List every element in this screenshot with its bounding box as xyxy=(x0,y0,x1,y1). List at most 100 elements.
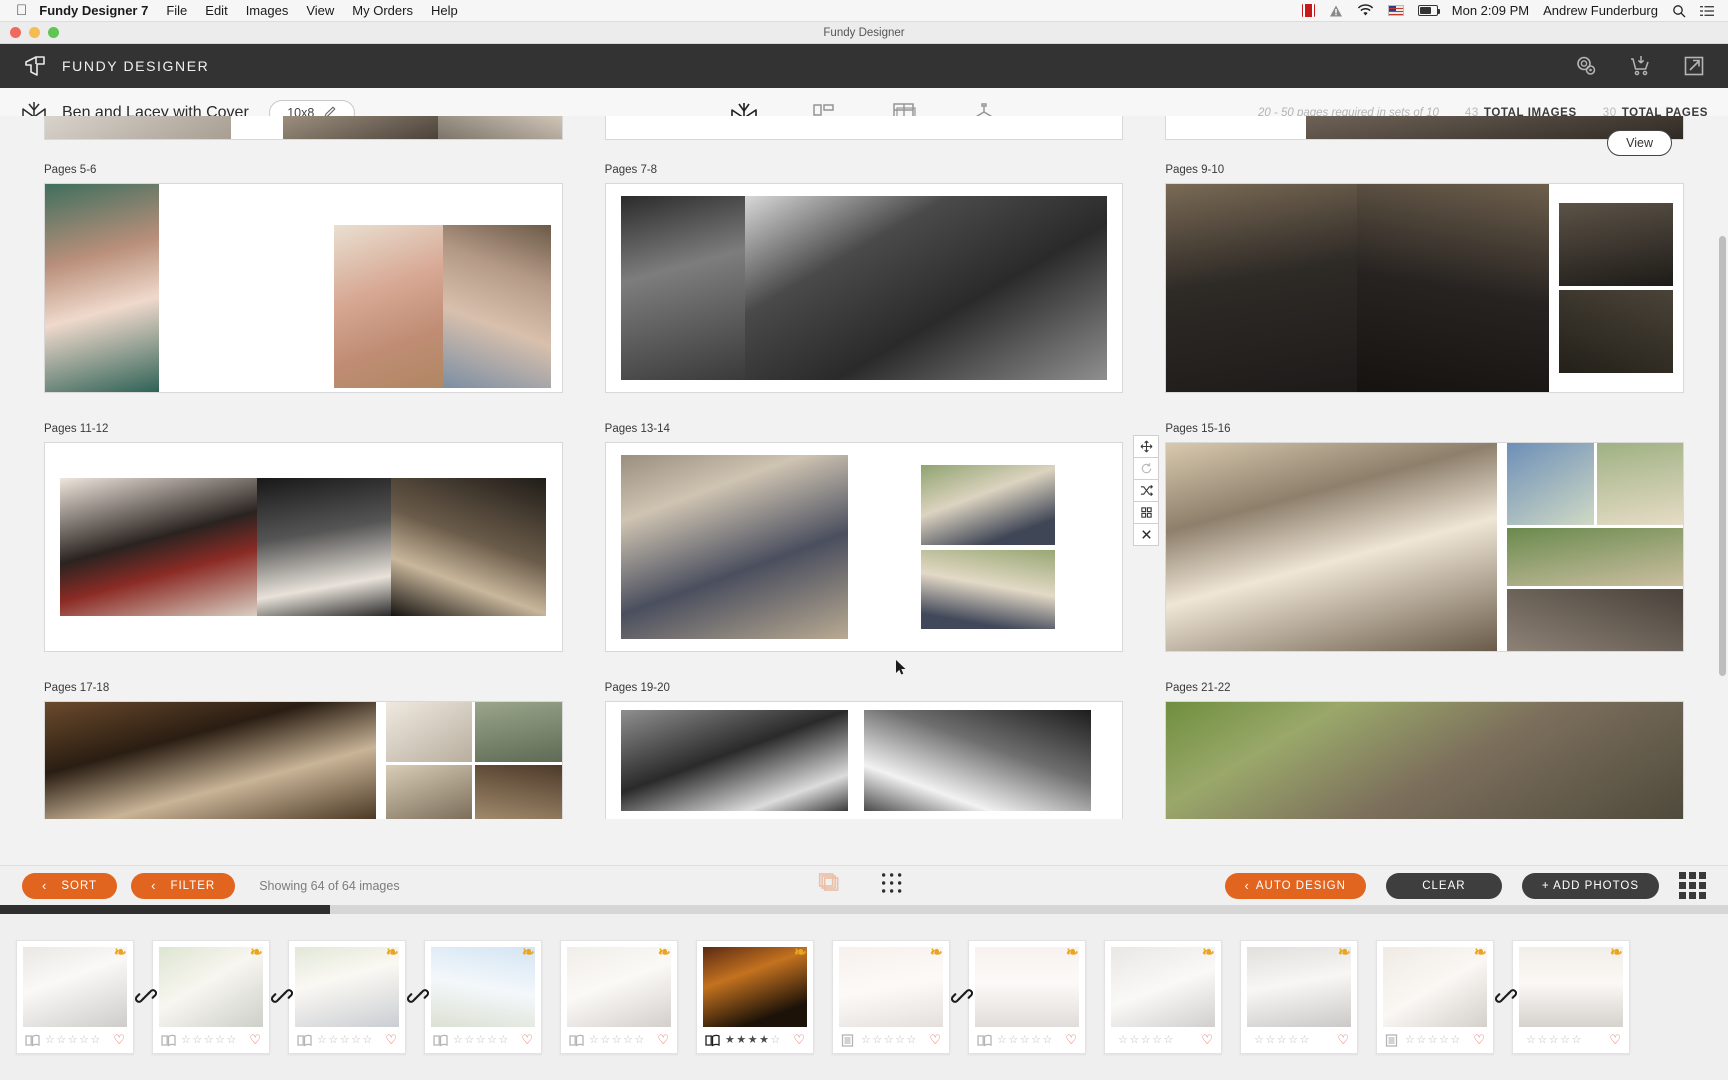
thumbnail-image[interactable] xyxy=(567,947,671,1027)
star-5[interactable]: ☆ xyxy=(1451,1034,1461,1046)
favorite-heart-icon[interactable]: ♡ xyxy=(929,1032,941,1048)
star-2[interactable]: ☆ xyxy=(1129,1034,1139,1046)
star-2[interactable]: ☆ xyxy=(56,1034,66,1046)
thumbnail-image[interactable] xyxy=(703,947,807,1027)
star-1[interactable]: ★ xyxy=(725,1034,735,1046)
star-2[interactable]: ☆ xyxy=(1008,1034,1018,1046)
star-rating[interactable]: ☆ ☆ ☆ ☆ ☆ xyxy=(1254,1034,1310,1046)
star-3[interactable]: ☆ xyxy=(1549,1034,1559,1046)
favorite-heart-icon[interactable]: ♡ xyxy=(1065,1032,1077,1048)
star-1[interactable]: ☆ xyxy=(589,1034,599,1046)
favorite-heart-icon[interactable]: ♡ xyxy=(385,1032,397,1048)
grid-view-icon[interactable] xyxy=(1679,872,1706,899)
page-spread[interactable] xyxy=(1165,116,1684,140)
star-3[interactable]: ☆ xyxy=(1020,1034,1030,1046)
page-spread[interactable] xyxy=(604,701,1124,819)
spread-pages-21-22[interactable]: Pages 21-22 xyxy=(1165,682,1684,819)
thumbnail-image[interactable] xyxy=(23,947,127,1027)
star-5[interactable]: ☆ xyxy=(1300,1034,1310,1046)
photo-cell[interactable] xyxy=(745,196,1107,380)
photo-cell[interactable] xyxy=(391,478,547,616)
menu-app-name[interactable]: Fundy Designer 7 xyxy=(39,3,148,18)
star-rating[interactable]: ☆ ☆ ☆ ☆ ☆ xyxy=(861,1034,917,1046)
star-rating[interactable]: ☆ ☆ ☆ ☆ ☆ xyxy=(317,1034,372,1046)
dotted-grid-icon[interactable] xyxy=(881,872,903,899)
star-5[interactable]: ☆ xyxy=(1572,1034,1582,1046)
filter-button[interactable]: ‹ FILTER xyxy=(131,872,236,899)
filmstrip-thumbnail[interactable]: ❧ ☆ ☆ ☆ ☆ ☆ ♡ xyxy=(832,940,974,1054)
star-1[interactable]: ☆ xyxy=(1118,1034,1128,1046)
vertical-scrollbar[interactable] xyxy=(1719,236,1726,676)
photo-cell[interactable] xyxy=(1166,443,1497,651)
photo-cell[interactable] xyxy=(385,765,473,819)
star-4[interactable]: ☆ xyxy=(79,1034,89,1046)
page-spread[interactable] xyxy=(1165,442,1684,652)
spread-pages-9-10[interactable]: Pages 9-10 xyxy=(1165,164,1684,393)
filmstrip-thumbnail[interactable]: ❧ ☆ ☆ ☆ ☆ ☆ ♡ xyxy=(288,940,430,1054)
filmstrip-thumbnail[interactable]: ❧ ☆ ☆ ☆ ☆ ☆ ♡ xyxy=(1512,940,1630,1054)
star-rating[interactable]: ☆ ☆ ☆ ☆ ☆ xyxy=(1405,1034,1461,1046)
star-4[interactable]: ★ xyxy=(759,1034,769,1046)
menubar-clock[interactable]: Mon 2:09 PM xyxy=(1452,3,1529,18)
star-1[interactable]: ☆ xyxy=(861,1034,871,1046)
favorite-heart-icon[interactable]: ♡ xyxy=(1201,1032,1213,1048)
sort-button[interactable]: ‹ SORT xyxy=(22,872,118,899)
spread-pages-7-8[interactable]: Pages 7-8 xyxy=(604,164,1124,393)
page-spread[interactable] xyxy=(604,442,1124,652)
star-1[interactable]: ☆ xyxy=(997,1034,1007,1046)
photo-cell[interactable] xyxy=(334,225,443,388)
star-1[interactable]: ☆ xyxy=(1405,1034,1415,1046)
design-settings-icon[interactable] xyxy=(1574,54,1598,78)
control-center-icon[interactable] xyxy=(1700,5,1714,17)
menu-my-orders[interactable]: My Orders xyxy=(352,3,413,18)
menubar-user[interactable]: Andrew Funderburg xyxy=(1543,3,1658,18)
spread-pages-11-12[interactable]: Pages 11-12 xyxy=(44,423,563,652)
star-5[interactable]: ☆ xyxy=(1164,1034,1174,1046)
star-5[interactable]: ☆ xyxy=(771,1034,781,1046)
thumbnail-image[interactable] xyxy=(295,947,399,1027)
page-spread[interactable] xyxy=(604,116,1124,140)
photo-cell[interactable] xyxy=(442,225,552,388)
spread-canvas[interactable]: View Pages 5-6 Pages 7-8 Pages 9-10 Page… xyxy=(0,116,1728,865)
star-1[interactable]: ☆ xyxy=(181,1034,191,1046)
star-2[interactable]: ☆ xyxy=(1265,1034,1275,1046)
page-spread[interactable] xyxy=(44,183,563,393)
flag-icon[interactable] xyxy=(1387,5,1404,16)
star-2[interactable]: ☆ xyxy=(600,1034,610,1046)
photo-cell[interactable] xyxy=(1166,702,1683,819)
star-5[interactable]: ☆ xyxy=(907,1034,917,1046)
star-rating[interactable]: ☆ ☆ ☆ ☆ ☆ xyxy=(1118,1034,1174,1046)
favorite-heart-icon[interactable]: ♡ xyxy=(793,1032,805,1048)
filmstrip-thumbnail[interactable]: ❧ ☆ ☆ ☆ ☆ ☆ ♡ xyxy=(424,940,542,1054)
star-1[interactable]: ☆ xyxy=(1254,1034,1264,1046)
star-3[interactable]: ☆ xyxy=(68,1034,78,1046)
favorite-heart-icon[interactable]: ♡ xyxy=(521,1032,533,1048)
thumbnail-image[interactable] xyxy=(1383,947,1487,1027)
favorite-heart-icon[interactable]: ♡ xyxy=(249,1032,261,1048)
auto-design-button[interactable]: ‹ AUTO DESIGN xyxy=(1224,872,1366,899)
star-5[interactable]: ☆ xyxy=(1043,1034,1053,1046)
warning-icon[interactable] xyxy=(1329,4,1343,18)
battery-icon[interactable] xyxy=(1417,5,1440,16)
spread-tools-toolbar[interactable] xyxy=(1133,435,1160,546)
photo-cell[interactable] xyxy=(385,702,473,763)
spread-clipped-3[interactable]: View xyxy=(1165,116,1684,156)
menu-file[interactable]: File xyxy=(166,3,187,18)
star-2[interactable]: ☆ xyxy=(328,1034,338,1046)
star-4[interactable]: ☆ xyxy=(1288,1034,1298,1046)
star-1[interactable]: ☆ xyxy=(453,1034,463,1046)
page-spread[interactable] xyxy=(44,442,563,652)
menu-images[interactable]: Images xyxy=(246,3,289,18)
star-rating[interactable]: ☆ ☆ ☆ ☆ ☆ xyxy=(181,1034,236,1046)
photo-cell[interactable] xyxy=(1596,443,1683,526)
star-1[interactable]: ☆ xyxy=(1526,1034,1536,1046)
star-2[interactable]: ☆ xyxy=(1537,1034,1547,1046)
star-rating[interactable]: ☆ ☆ ☆ ☆ ☆ xyxy=(589,1034,644,1046)
photo-cell[interactable] xyxy=(45,702,376,819)
close-tool-button[interactable] xyxy=(1133,523,1160,546)
menu-help[interactable]: Help xyxy=(431,3,458,18)
star-3[interactable]: ☆ xyxy=(884,1034,894,1046)
star-5[interactable]: ☆ xyxy=(499,1034,509,1046)
film-icon[interactable] xyxy=(1301,4,1315,17)
photo-cell[interactable] xyxy=(1507,589,1683,651)
